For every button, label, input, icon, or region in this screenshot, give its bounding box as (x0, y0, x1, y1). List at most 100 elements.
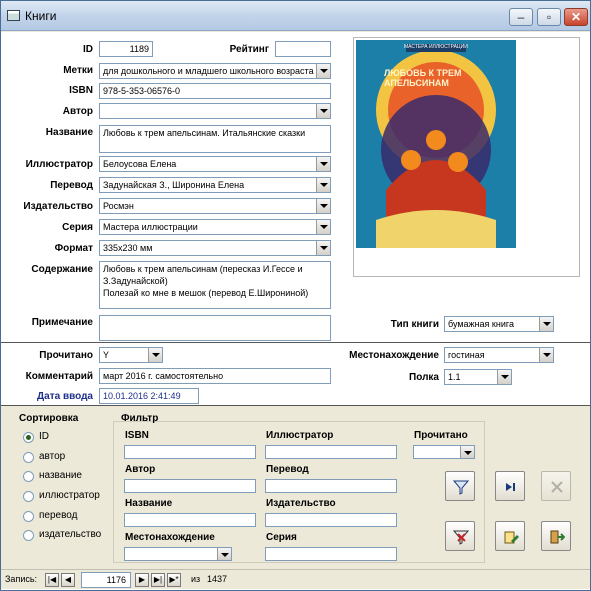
filter-illustrator-label: Иллюстратор (266, 430, 334, 441)
divider (1, 342, 590, 343)
edit-button[interactable] (495, 521, 525, 551)
isbn-field[interactable]: 978-5-353-06576-0 (99, 83, 331, 99)
divider (1, 405, 590, 406)
books-window: Книги – ▫ ✕ ID 1189 Рейтинг Метки для до… (0, 0, 591, 591)
format-combo[interactable]: 335x230 мм (99, 240, 331, 256)
author-combo[interactable] (99, 103, 331, 119)
minimize-icon[interactable]: – (509, 8, 533, 26)
format-value: 335x230 мм (103, 243, 153, 253)
record-navigation-bar: Запись: |◀ ◀ 1176 ▶ ▶| ▶* из 1437 (1, 569, 590, 589)
translation-label: Перевод (50, 180, 93, 191)
apply-filter-button[interactable] (445, 471, 475, 501)
chevron-down-icon[interactable] (460, 446, 474, 458)
chevron-down-icon[interactable] (316, 157, 330, 171)
chevron-down-icon[interactable] (316, 178, 330, 192)
format-label: Формат (54, 243, 93, 254)
edit-icon (504, 531, 519, 544)
series-value: Мастера иллюстрации (103, 222, 198, 232)
title-field[interactable]: Любовь к трем апельсинам. Итальянские ск… (99, 125, 331, 153)
filter-translation-input[interactable] (265, 479, 397, 493)
filter-publisher-input[interactable] (265, 513, 397, 527)
chevron-down-icon[interactable] (539, 348, 553, 362)
clear-filter-icon (453, 530, 469, 545)
shelf-label: Полка (409, 372, 439, 383)
radio-button[interactable] (23, 471, 34, 482)
table-icon (7, 10, 20, 21)
chevron-down-icon[interactable] (316, 104, 330, 118)
publisher-combo[interactable]: Росмэн (99, 198, 331, 214)
id-field[interactable]: 1189 (99, 41, 153, 57)
filter-series-input[interactable] (265, 547, 397, 561)
chevron-down-icon[interactable] (217, 548, 231, 560)
translation-value: Задунайская З., Широнина Елена (103, 180, 245, 190)
chevron-down-icon[interactable] (497, 370, 511, 384)
filter-publisher-label: Издательство (266, 498, 336, 509)
radio-button[interactable] (23, 452, 34, 463)
book-cover-image: МАСТЕРА ИЛЛЮСТРАЦИИ ЛЮБОВЬ К ТРЕМ АПЕЛЬС… (356, 40, 516, 248)
location-label: Местонахождение (349, 350, 439, 361)
filter-translation-label: Перевод (266, 464, 309, 475)
filter-series-label: Серия (266, 532, 297, 543)
series-combo[interactable]: Мастера иллюстрации (99, 219, 331, 235)
read-value: Y (103, 350, 110, 360)
tags-combo[interactable]: для дошкольного и младшего школьного воз… (99, 63, 331, 79)
clear-filter-button[interactable] (445, 521, 475, 551)
filter-title-input[interactable] (124, 513, 256, 527)
remove-filter-button[interactable] (541, 471, 571, 501)
note-label: Примечание (31, 317, 93, 328)
next-record-button[interactable] (495, 471, 525, 501)
maximize-icon[interactable]: ▫ (537, 8, 561, 26)
current-record-field[interactable]: 1176 (81, 572, 131, 588)
first-record-icon[interactable]: |◀ (45, 573, 59, 587)
location-value: гостиная (448, 350, 485, 360)
read-combo[interactable]: Y (99, 347, 163, 363)
window-title: Книги (25, 9, 57, 23)
translation-combo[interactable]: Задунайская З., Широнина Елена (99, 177, 331, 193)
chevron-down-icon[interactable] (539, 317, 553, 331)
radio-button[interactable] (23, 511, 34, 522)
chevron-down-icon[interactable] (316, 64, 330, 78)
title-bar[interactable]: Книги – ▫ ✕ (1, 1, 590, 31)
filter-isbn-label: ISBN (125, 430, 149, 441)
comment-field[interactable]: март 2016 г. самостоятельно (99, 368, 331, 384)
new-record-icon[interactable]: ▶* (167, 573, 181, 587)
chevron-down-icon[interactable] (316, 199, 330, 213)
contents-line: Полезай ко мне в мешок (перевод Е.Широни… (103, 288, 309, 298)
filter-isbn-input[interactable] (124, 445, 256, 459)
illustrator-combo[interactable]: Белоусова Елена (99, 156, 331, 172)
book-type-label: Тип книги (390, 319, 439, 330)
last-record-icon[interactable]: ▶| (151, 573, 165, 587)
filter-location-label: Местонахождение (125, 532, 215, 543)
filter-location-combo[interactable] (124, 547, 232, 561)
exit-button[interactable] (541, 521, 571, 551)
close-icon[interactable]: ✕ (564, 8, 588, 26)
contents-field[interactable]: Любовь к трем апельсинам (пересказ И.Гес… (99, 261, 331, 309)
location-combo[interactable]: гостиная (444, 347, 554, 363)
chevron-down-icon[interactable] (316, 220, 330, 234)
radio-button[interactable] (23, 530, 34, 541)
sort-title: Сортировка (19, 413, 79, 424)
shelf-combo[interactable]: 1.1 (444, 369, 512, 385)
rating-field[interactable] (275, 41, 331, 57)
radio-button[interactable] (23, 491, 34, 502)
filter-read-combo[interactable] (413, 445, 475, 459)
tags-value: для дошкольного и младшего школьного воз… (103, 66, 314, 76)
chevron-down-icon[interactable] (148, 348, 162, 362)
title-label: Название (45, 127, 93, 138)
next-record-nav-icon[interactable]: ▶ (135, 573, 149, 587)
contents-line: Любовь к трем апельсинам (пересказ И.Гес… (103, 264, 303, 286)
chevron-down-icon[interactable] (316, 241, 330, 255)
contents-label: Содержание (31, 264, 93, 275)
note-field[interactable] (99, 315, 331, 341)
filter-author-input[interactable] (124, 479, 256, 493)
total-records: 1437 (207, 574, 228, 584)
filter-illustrator-input[interactable] (265, 445, 397, 459)
id-label: ID (83, 44, 93, 55)
previous-record-icon[interactable]: ◀ (61, 573, 75, 587)
book-type-combo[interactable]: бумажная книга (444, 316, 554, 332)
radio-button[interactable] (23, 432, 34, 443)
illustrator-value: Белоусова Елена (103, 159, 177, 169)
illustrator-label: Иллюстратор (25, 159, 93, 170)
entry-date-field[interactable]: 10.01.2016 2:41:49 (99, 388, 199, 404)
remove-filter-icon (551, 481, 563, 493)
